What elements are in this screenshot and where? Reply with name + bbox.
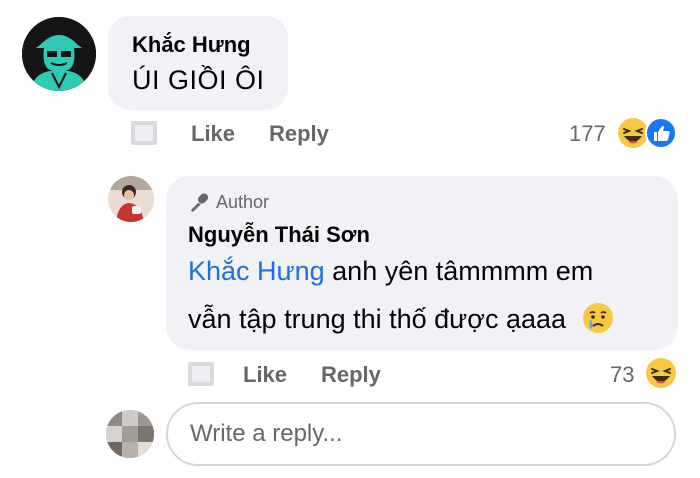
- reply-author-avatar[interactable]: [108, 176, 154, 222]
- comment-author-name[interactable]: Khắc Hưng: [132, 32, 251, 58]
- reply-text-line1: Khắc Hưng anh yên tâmmmm em: [188, 256, 593, 287]
- avatar-image: [108, 176, 154, 222]
- author-badge-label: Author: [216, 192, 270, 212]
- author-badge: Author: [188, 192, 269, 213]
- blurred-timestamp: [188, 362, 214, 386]
- reply-button[interactable]: Reply: [321, 362, 381, 388]
- like-emoji-icon[interactable]: [645, 117, 677, 149]
- reply-author-name[interactable]: Nguyễn Thái Sơn: [188, 222, 370, 248]
- reply-text: anh yên tâmmmm em: [324, 256, 594, 286]
- commenter-avatar[interactable]: [22, 17, 96, 91]
- comment-text: ÚI GIỒI ÔI: [132, 65, 265, 95]
- write-reply-input[interactable]: [188, 419, 652, 449]
- avatar-image: [106, 410, 154, 458]
- reaction-count[interactable]: 73: [610, 362, 634, 388]
- avatar-image: [22, 17, 96, 91]
- reply-button[interactable]: Reply: [269, 121, 329, 147]
- reply-text-line2: vẫn tập trung thi thố được ạaaa: [188, 302, 614, 335]
- blurred-timestamp: [131, 121, 157, 145]
- mention-link[interactable]: Khắc Hưng: [188, 256, 325, 286]
- write-reply-box[interactable]: [166, 402, 676, 466]
- reaction-count[interactable]: 177: [569, 121, 606, 147]
- like-button[interactable]: Like: [243, 362, 287, 388]
- reply-text-continued: vẫn tập trung thi thố được ạaaa: [188, 304, 567, 334]
- laugh-emoji-icon[interactable]: [645, 357, 677, 389]
- microphone-icon: [191, 193, 209, 212]
- crying-emoji-icon: [582, 303, 613, 333]
- like-button[interactable]: Like: [191, 121, 235, 147]
- current-user-avatar[interactable]: [106, 410, 154, 458]
